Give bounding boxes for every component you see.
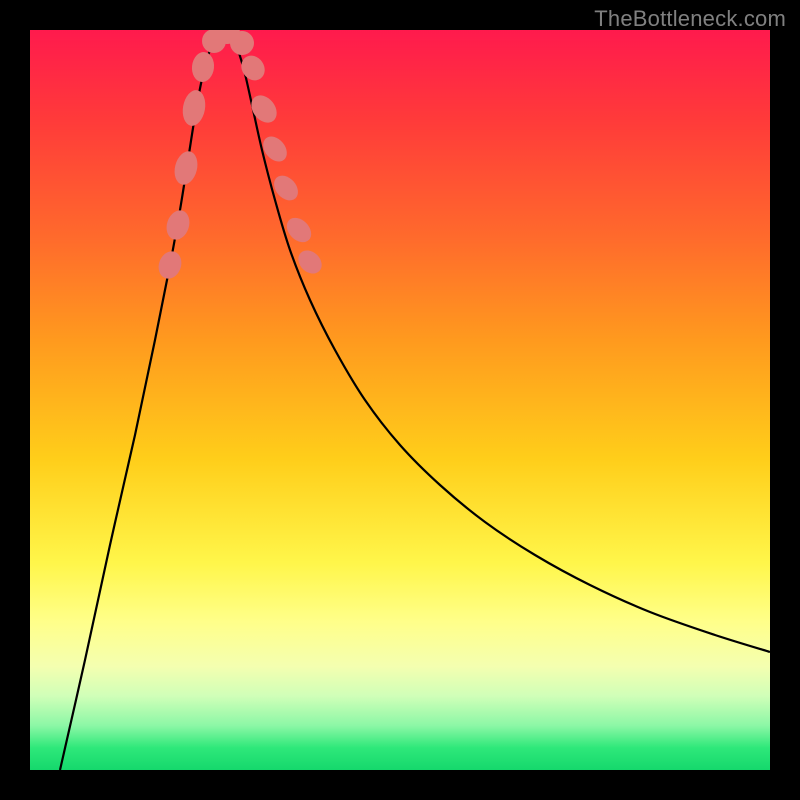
- chart-svg: [30, 30, 770, 770]
- chart-frame: TheBottleneck.com: [0, 0, 800, 800]
- marker-point: [237, 51, 270, 85]
- marker-point: [155, 248, 185, 282]
- marker-point: [171, 149, 201, 187]
- chart-plot-area: [30, 30, 770, 770]
- marker-point: [246, 90, 282, 127]
- marker-point: [258, 132, 291, 166]
- marker-point: [180, 88, 208, 127]
- bottleneck-curve: [60, 30, 770, 770]
- marker-point: [163, 207, 193, 242]
- marker-group: [155, 30, 326, 282]
- watermark-text: TheBottleneck.com: [594, 6, 786, 32]
- marker-point: [190, 51, 215, 83]
